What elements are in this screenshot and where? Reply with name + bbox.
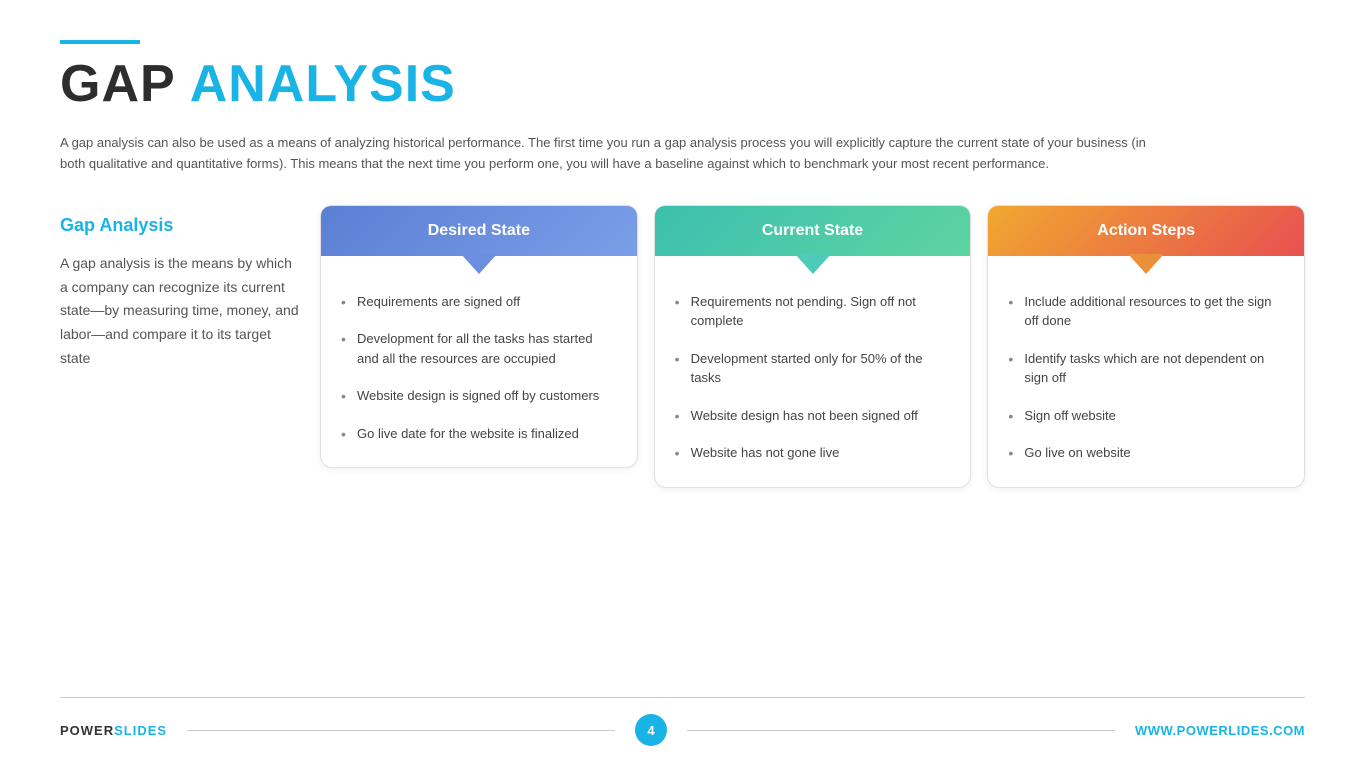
action-steps-title: Action Steps: [1097, 222, 1195, 239]
footer-line-left: [187, 730, 615, 731]
header-line: [60, 40, 140, 44]
main-content: Gap Analysis A gap analysis is the means…: [60, 205, 1305, 697]
desired-state-body: Requirements are signed off Development …: [321, 256, 637, 468]
list-item: Go live date for the website is finalize…: [341, 424, 617, 444]
left-panel-title: Gap Analysis: [60, 215, 300, 236]
footer-slides: SLIDES: [114, 723, 167, 738]
page-container: GAP ANALYSIS A gap analysis can also be …: [0, 0, 1365, 766]
title-analysis: ANALYSIS: [190, 54, 456, 114]
current-state-list: Requirements not pending. Sign off not c…: [675, 292, 951, 463]
action-steps-header: Action Steps: [988, 206, 1304, 256]
card-current: Current State Requirements not pending. …: [654, 205, 972, 488]
list-item: Requirements not pending. Sign off not c…: [675, 292, 951, 331]
list-item: Identify tasks which are not dependent o…: [1008, 349, 1284, 388]
title-gap: GAP: [60, 54, 176, 114]
list-item: Development started only for 50% of the …: [675, 349, 951, 388]
footer-line-right: [687, 730, 1115, 731]
list-item: Website design is signed off by customer…: [341, 386, 617, 406]
list-item: Requirements are signed off: [341, 292, 617, 312]
description-text: A gap analysis can also be used as a mea…: [60, 132, 1160, 175]
cards-area: Desired State Requirements are signed of…: [320, 205, 1305, 488]
left-panel: Gap Analysis A gap analysis is the means…: [60, 205, 320, 371]
card-desired: Desired State Requirements are signed of…: [320, 205, 638, 469]
list-item: Include additional resources to get the …: [1008, 292, 1284, 331]
left-panel-text: A gap analysis is the means by which a c…: [60, 252, 300, 371]
list-item: Development for all the tasks has starte…: [341, 329, 617, 368]
list-item: Go live on website: [1008, 443, 1284, 463]
action-steps-list: Include additional resources to get the …: [1008, 292, 1284, 463]
action-steps-body: Include additional resources to get the …: [988, 256, 1304, 487]
desired-state-list: Requirements are signed off Development …: [341, 292, 617, 444]
current-state-header: Current State: [655, 206, 971, 256]
footer-brand: POWERSLIDES: [60, 723, 167, 738]
footer-page-badge: 4: [635, 714, 667, 746]
list-item: Sign off website: [1008, 406, 1284, 426]
desired-state-header: Desired State: [321, 206, 637, 256]
current-state-title: Current State: [762, 222, 863, 239]
footer-power: POWER: [60, 723, 114, 738]
footer: POWERSLIDES 4 WWW.POWERLIDES.COM: [60, 697, 1305, 746]
title-row: GAP ANALYSIS: [60, 54, 1305, 114]
card-action: Action Steps Include additional resource…: [987, 205, 1305, 488]
footer-website: WWW.POWERLIDES.COM: [1135, 723, 1305, 738]
list-item: Website design has not been signed off: [675, 406, 951, 426]
current-state-body: Requirements not pending. Sign off not c…: [655, 256, 971, 487]
desired-state-title: Desired State: [428, 222, 530, 239]
list-item: Website has not gone live: [675, 443, 951, 463]
